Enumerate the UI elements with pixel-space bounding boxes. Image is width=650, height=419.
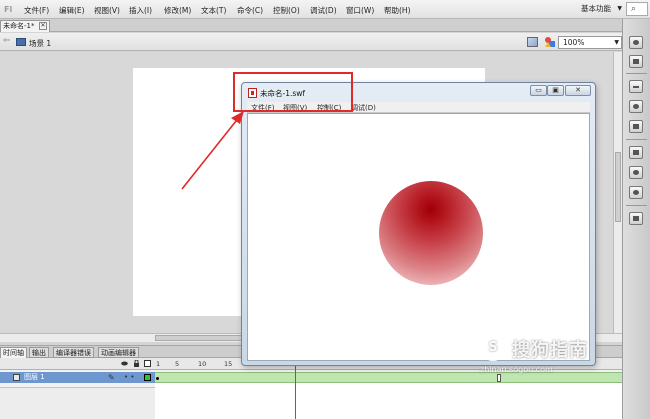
layer-color-swatch[interactable]	[144, 374, 151, 381]
tab-timeline[interactable]: 时间轴	[0, 347, 27, 358]
ruler-frame-5: 5	[175, 360, 180, 368]
swf-menu-file[interactable]: 文件(F)	[251, 103, 275, 113]
document-tab[interactable]: 未命名-1* ✕	[0, 20, 50, 32]
watermark-text: 搜狗指南	[512, 340, 588, 361]
tool-divider	[626, 139, 647, 140]
edit-symbols-icon[interactable]	[544, 36, 556, 48]
menu-insert[interactable]: 插入(I)	[129, 5, 152, 16]
end-frame[interactable]	[497, 374, 501, 382]
chevron-down-icon: ▼	[614, 39, 619, 46]
search-icon: ⌕	[631, 4, 637, 14]
back-arrow-icon[interactable]: ⇐	[3, 36, 11, 46]
layer-list-empty	[0, 387, 155, 419]
swf-content	[247, 113, 590, 361]
sogou-logo-icon: S	[480, 335, 506, 361]
tool-divider	[626, 73, 647, 74]
edit-scene-icon[interactable]	[527, 37, 538, 47]
swatches-panel-icon[interactable]	[629, 55, 643, 68]
maximize-button[interactable]: ▣	[547, 85, 564, 96]
swf-player-window[interactable]: 未命名-1.swf ▭ ▣ ✕ 文件(F) 视图(V) 控制(C) 调试(D)	[241, 82, 596, 366]
search-help-input[interactable]: ⌕	[626, 2, 648, 16]
outline-icon[interactable]	[144, 360, 151, 367]
menu-help[interactable]: 帮助(H)	[384, 5, 411, 16]
keyframe[interactable]	[156, 377, 159, 380]
menu-debug[interactable]: 调试(D)	[310, 5, 337, 16]
scene-icon	[16, 38, 26, 46]
watermark-url: zhinan.sogou.com	[480, 365, 553, 374]
edit-bar: ⇐ 场景 1 100% ▼	[0, 33, 622, 51]
swf-window-title: 未命名-1.swf	[260, 89, 306, 98]
playhead[interactable]	[295, 358, 296, 419]
swf-menu-debug[interactable]: 调试(D)	[351, 103, 376, 113]
swf-menu-control[interactable]: 控制(C)	[317, 103, 341, 113]
menu-modify[interactable]: 修改(M)	[164, 5, 191, 16]
components-panel-icon[interactable]	[629, 186, 643, 199]
color-panel-icon[interactable]	[629, 36, 643, 49]
tool-divider	[626, 205, 647, 206]
layer-name[interactable]: 图层 1	[24, 372, 45, 383]
align-panel-icon[interactable]	[629, 80, 643, 93]
library-panel-icon[interactable]	[629, 146, 643, 159]
tab-motion-editor[interactable]: 动画编辑器	[98, 347, 139, 358]
layer-row[interactable]: 图层 1 ✎ • •	[0, 372, 155, 383]
motion-presets-icon[interactable]	[629, 166, 643, 179]
red-gradient-ball	[379, 181, 483, 285]
scene-label[interactable]: 场景 1	[29, 38, 51, 49]
vertical-scroll-thumb[interactable]	[615, 152, 621, 222]
menu-file[interactable]: 文件(F)	[24, 5, 49, 16]
menu-text[interactable]: 文本(T)	[201, 5, 226, 16]
workspace-switcher[interactable]: 基本功能 ▼	[572, 2, 624, 16]
workspace-label: 基本功能	[581, 4, 611, 13]
layer-visibility-dots[interactable]: • •	[124, 372, 134, 383]
transform-panel-icon[interactable]	[629, 120, 643, 133]
pencil-icon: ✎	[108, 373, 115, 382]
chevron-down-icon: ▼	[617, 5, 622, 12]
eye-icon[interactable]	[121, 360, 128, 367]
document-tab-label: 未命名-1*	[3, 22, 35, 30]
properties-panel-icon[interactable]	[629, 212, 643, 225]
swf-file-icon	[248, 88, 257, 98]
ruler-frame-1: 1	[156, 360, 161, 368]
tab-compiler-errors[interactable]: 编译器错误	[53, 347, 94, 358]
swf-menu-view[interactable]: 视图(V)	[283, 103, 307, 113]
swf-menu-bar: 文件(F) 视图(V) 控制(C) 调试(D)	[247, 102, 590, 113]
menu-control[interactable]: 控制(O)	[273, 5, 300, 16]
minimize-button[interactable]: ▭	[530, 85, 547, 96]
ruler-frame-15: 15	[224, 360, 233, 368]
flash-logo-icon: Fl	[4, 5, 13, 14]
menu-bar: Fl 文件(F) 编辑(E) 视图(V) 插入(I) 修改(M) 文本(T) 命…	[0, 0, 650, 19]
document-tab-bar: 未命名-1* ✕	[0, 19, 622, 32]
close-icon[interactable]: ✕	[39, 22, 47, 30]
menu-window[interactable]: 窗口(W)	[346, 5, 374, 16]
ruler-frame-10: 10	[198, 360, 207, 368]
tab-output[interactable]: 输出	[29, 347, 49, 358]
frames-area[interactable]	[155, 383, 622, 419]
vertical-scrollbar[interactable]	[613, 52, 622, 333]
zoom-value: 100%	[563, 38, 585, 47]
info-panel-icon[interactable]	[629, 100, 643, 113]
lock-icon[interactable]	[133, 359, 140, 367]
menu-commands[interactable]: 命令(C)	[237, 5, 263, 16]
layer-icon	[13, 374, 20, 381]
right-panel	[622, 19, 650, 419]
zoom-select[interactable]: 100% ▼	[558, 36, 622, 49]
menu-view[interactable]: 视图(V)	[94, 5, 120, 16]
close-button[interactable]: ✕	[565, 85, 591, 96]
menu-edit[interactable]: 编辑(E)	[59, 5, 85, 16]
